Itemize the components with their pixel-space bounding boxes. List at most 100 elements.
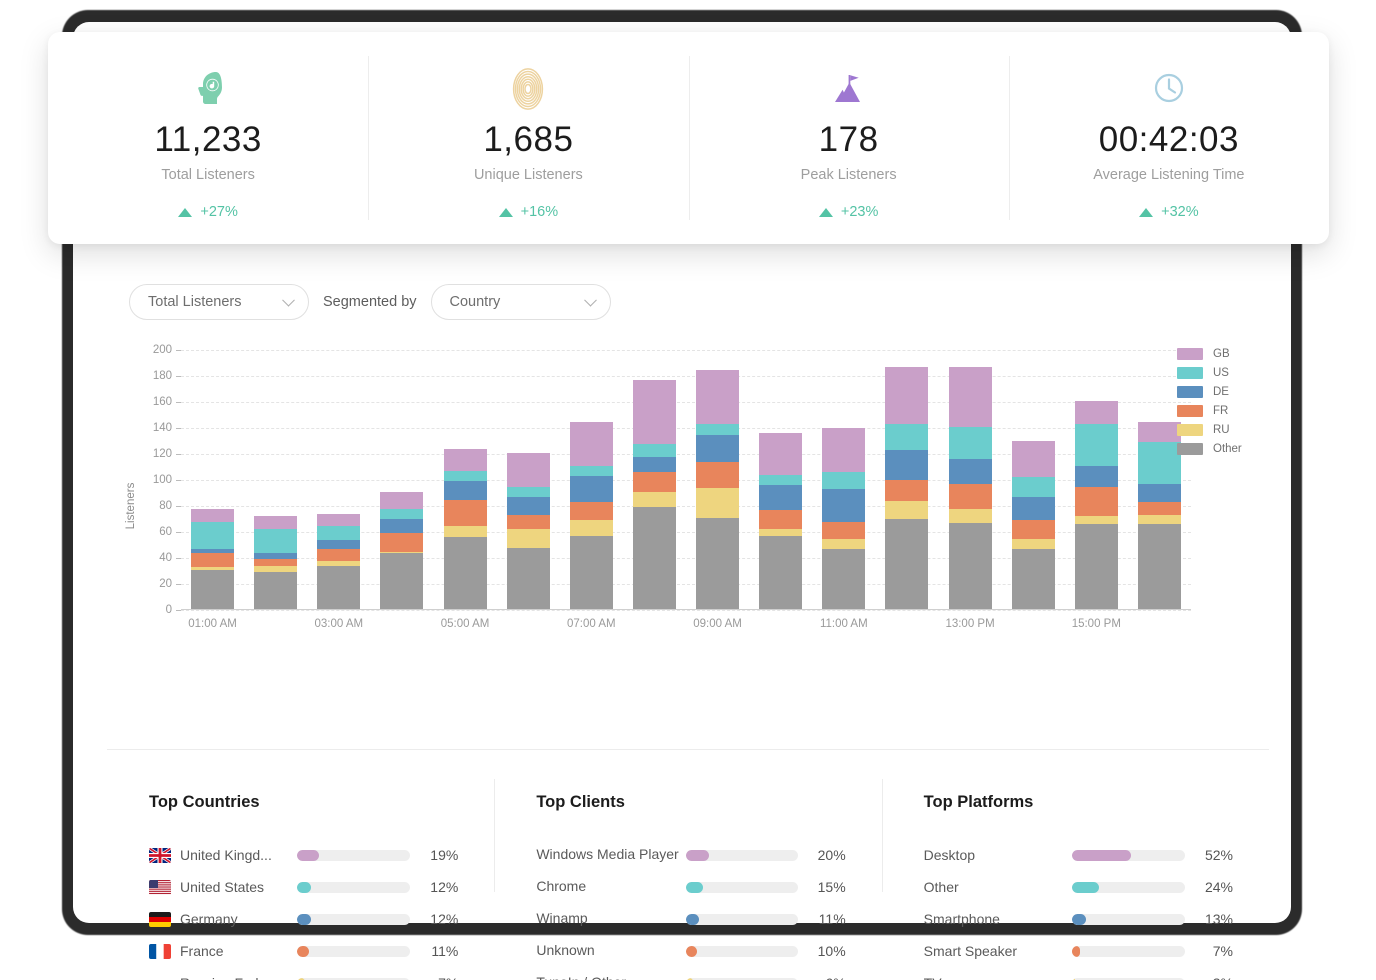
list-item[interactable]: United Kingd...19% xyxy=(149,839,458,871)
bar-segment-fr xyxy=(444,500,487,526)
metric-select[interactable]: Total Listeners xyxy=(129,284,309,320)
bar-segment-gb xyxy=(759,433,802,475)
kpi-peak-listeners: 178Peak Listeners+23% xyxy=(689,32,1009,244)
stacked-bar[interactable] xyxy=(1012,441,1055,610)
bar-segment-us xyxy=(570,466,613,476)
top-countries-title: Top Countries xyxy=(149,793,458,812)
stacked-bar[interactable] xyxy=(380,492,423,610)
bar-segment-de xyxy=(885,450,928,480)
kpi-value: 178 xyxy=(819,120,879,160)
bar-segment-ru xyxy=(570,520,613,536)
stacked-bar[interactable] xyxy=(444,449,487,610)
list-item[interactable]: France11% xyxy=(149,935,458,967)
kpi-delta-value: +16% xyxy=(521,204,559,220)
list-item[interactable]: Chrome15% xyxy=(536,871,845,903)
bar-segment-gb xyxy=(317,514,360,526)
kpi-delta: +16% xyxy=(499,204,559,220)
stacked-bar[interactable] xyxy=(191,509,234,610)
bar-slot xyxy=(560,350,623,610)
bar-segment-ru xyxy=(507,529,550,547)
list-item[interactable]: TV3% xyxy=(924,967,1233,980)
bar-segment-fr xyxy=(507,515,550,529)
stacked-bar[interactable] xyxy=(254,516,297,610)
y-axis-title: Listeners xyxy=(125,483,137,530)
progress-track xyxy=(1072,946,1185,957)
bar-segment-other xyxy=(191,570,234,610)
kpi-summary-card: 11,233Total Listeners+27%1,685Unique Lis… xyxy=(48,32,1329,244)
panel-divider xyxy=(107,749,1269,750)
bar-segment-de xyxy=(1012,497,1055,520)
flag-icon-gb xyxy=(149,848,171,863)
list-item[interactable]: Germany12% xyxy=(149,903,458,935)
top-clients-title: Top Clients xyxy=(536,793,845,812)
legend-item-gb[interactable]: GB xyxy=(1177,348,1242,360)
kpi-total-listeners: 11,233Total Listeners+27% xyxy=(48,32,368,244)
list-item-label: United States xyxy=(149,879,297,895)
legend-item-de[interactable]: DE xyxy=(1177,386,1242,398)
kpi-delta: +27% xyxy=(178,204,238,220)
stacked-bar[interactable] xyxy=(1075,401,1118,610)
list-item-label: Smartphone xyxy=(924,911,1072,927)
bar-segment-us xyxy=(317,526,360,540)
bar-segment-fr xyxy=(1138,502,1181,515)
stacked-bar[interactable] xyxy=(759,433,802,610)
list-item[interactable]: Windows Media Player20% xyxy=(536,839,845,871)
bar-slot xyxy=(244,350,307,610)
list-item[interactable]: Russian Feder...7% xyxy=(149,967,458,980)
list-item[interactable]: Smart Speaker7% xyxy=(924,935,1233,967)
list-item[interactable]: Winamp11% xyxy=(536,903,845,935)
segment-select[interactable]: Country xyxy=(431,284,611,320)
stacked-bar[interactable] xyxy=(507,453,550,610)
legend-item-other[interactable]: Other xyxy=(1177,443,1242,455)
x-axis-labels: 01:00 AM03:00 AM05:00 AM07:00 AM09:00 AM… xyxy=(181,618,1191,630)
stacked-bar[interactable] xyxy=(633,380,676,610)
list-item[interactable]: United States12% xyxy=(149,871,458,903)
bar-segment-other xyxy=(317,566,360,610)
list-item[interactable]: Smartphone13% xyxy=(924,903,1233,935)
bar-slot xyxy=(749,350,812,610)
trend-up-icon xyxy=(499,208,513,217)
list-item-label: TuneIn / Other xyxy=(536,974,686,980)
stacked-bar[interactable] xyxy=(885,367,928,610)
list-item-name: Unknown xyxy=(536,942,594,960)
progress-fill xyxy=(297,946,309,957)
stacked-bar[interactable] xyxy=(1138,422,1181,610)
stacked-bar[interactable] xyxy=(822,428,865,610)
list-item[interactable]: Unknown10% xyxy=(536,935,845,967)
progress-fill xyxy=(1072,914,1087,925)
x-axis-tick-label: 13:00 PM xyxy=(939,618,1002,630)
list-item[interactable]: TuneIn / Other6% xyxy=(536,967,845,980)
stacked-bar[interactable] xyxy=(949,367,992,610)
bar-slot xyxy=(623,350,686,610)
bar-segment-ru xyxy=(1075,516,1118,524)
legend-label: US xyxy=(1213,367,1229,379)
bar-segment-de xyxy=(949,459,992,484)
kpi-label: Peak Listeners xyxy=(801,167,897,183)
bar-segment-gb xyxy=(822,428,865,472)
bar-segment-us xyxy=(885,424,928,450)
kpi-value: 11,233 xyxy=(154,120,261,160)
stacked-bar[interactable] xyxy=(570,422,613,610)
legend-swatch xyxy=(1177,424,1203,436)
list-item-label: United Kingd... xyxy=(149,847,297,863)
head-headphones-icon xyxy=(186,62,230,114)
chevron-down-icon xyxy=(584,294,597,307)
x-axis-tick-label: 15:00 PM xyxy=(1065,618,1128,630)
kpi-label: Average Listening Time xyxy=(1093,167,1244,183)
progress-fill xyxy=(297,882,311,893)
progress-track xyxy=(297,946,410,957)
progress-fill xyxy=(1072,882,1099,893)
bar-segment-us xyxy=(444,471,487,481)
legend-swatch xyxy=(1177,367,1203,379)
progress-fill xyxy=(686,882,703,893)
legend-item-fr[interactable]: FR xyxy=(1177,405,1242,417)
list-item-label: TV xyxy=(924,975,1072,980)
stacked-bar[interactable] xyxy=(696,370,739,610)
list-item[interactable]: Other24% xyxy=(924,871,1233,903)
x-axis-tick-label: 03:00 AM xyxy=(307,618,370,630)
legend-item-ru[interactable]: RU xyxy=(1177,424,1242,436)
list-item[interactable]: Desktop52% xyxy=(924,839,1233,871)
stacked-bar[interactable] xyxy=(317,514,360,610)
legend-item-us[interactable]: US xyxy=(1177,367,1242,379)
list-item-name: Germany xyxy=(180,911,238,927)
